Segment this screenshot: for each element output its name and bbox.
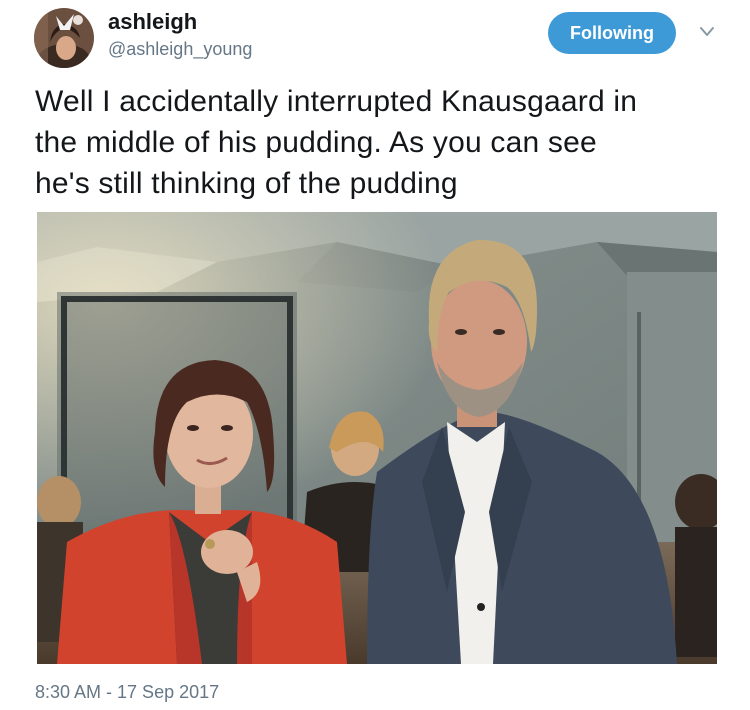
chevron-down-icon[interactable] [697, 24, 717, 40]
photo-image [37, 212, 717, 664]
display-name[interactable]: ashleigh [108, 9, 197, 35]
following-button[interactable]: Following [548, 12, 676, 54]
avatar-image [34, 8, 94, 68]
tweet-photo[interactable] [37, 212, 717, 664]
tweet-text-line: the middle of his pudding. As you can se… [35, 126, 597, 159]
user-handle[interactable]: @ashleigh_young [108, 38, 252, 60]
tweet-text: Well I accidentally interrupted Knausgaa… [35, 81, 725, 204]
tweet-text-line: Well I accidentally interrupted Knausgaa… [35, 85, 638, 118]
tweet-timestamp[interactable]: 8:30 AM - 17 Sep 2017 [35, 681, 219, 703]
tweet-text-line: he's still thinking of the pudding [35, 167, 458, 200]
avatar[interactable] [34, 8, 94, 68]
